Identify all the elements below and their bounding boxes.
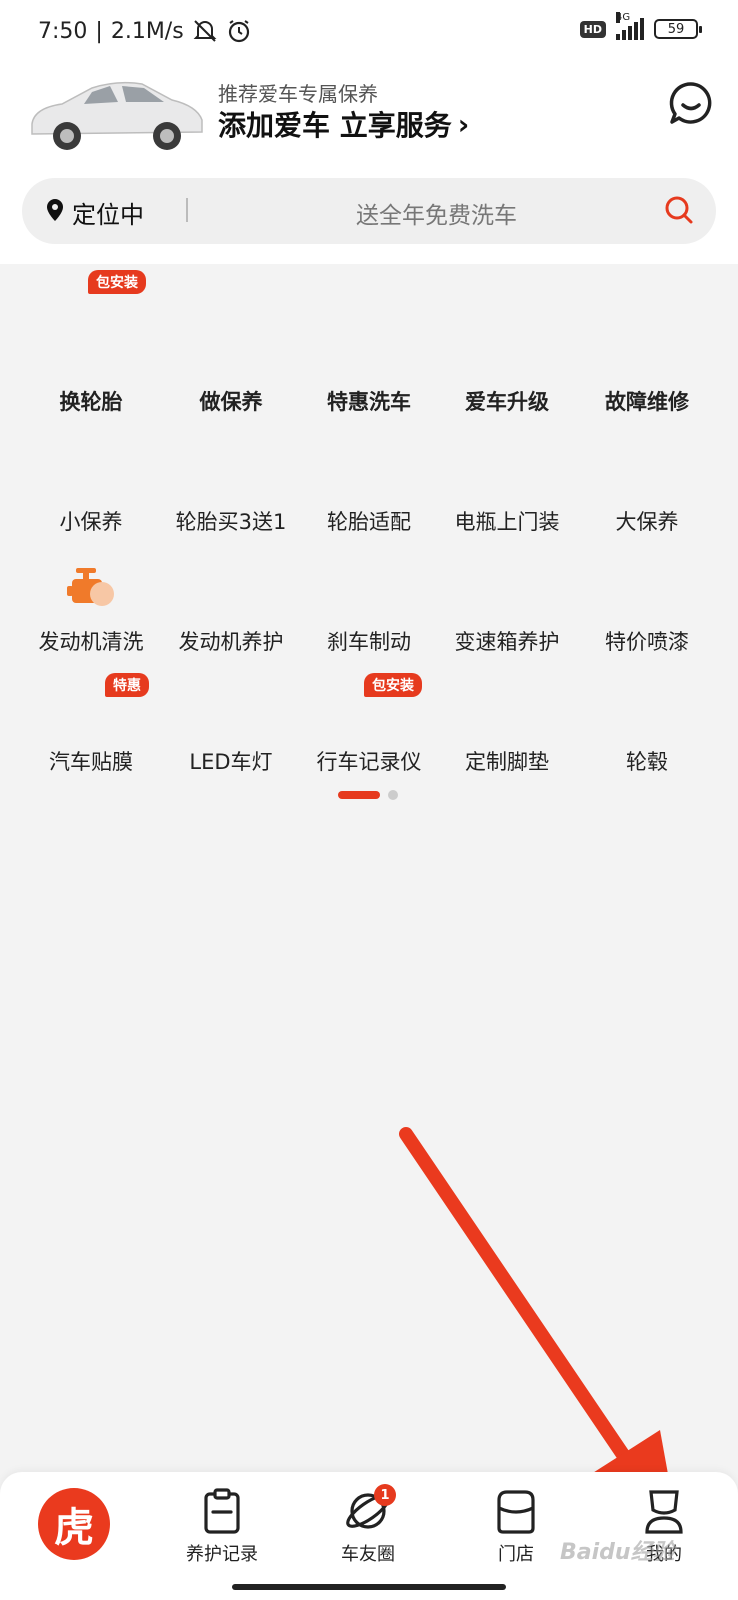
service-label: 爱车升级 <box>465 390 549 414</box>
service-tire-fit[interactable]: 轮胎适配 <box>300 506 438 536</box>
mute-icon <box>193 20 217 42</box>
page-dot-active <box>338 791 380 799</box>
tab-label: 车友圈 <box>341 1544 395 1565</box>
service-label: 汽车贴膜 <box>49 750 133 774</box>
service-engine-wash[interactable]: 发动机清洗 <box>22 626 160 656</box>
search-placeholder[interactable]: 送全年免费洗车 <box>356 196 517 230</box>
tab-label: 门店 <box>498 1544 534 1565</box>
car-image[interactable] <box>22 74 208 156</box>
promo-title: 添加爱车 立享服务 <box>218 109 452 142</box>
service-label: 故障维修 <box>605 390 689 414</box>
service-maintenance[interactable]: 做保养 <box>162 386 300 416</box>
badge-install: 包安装 <box>364 673 422 697</box>
divider <box>186 198 188 222</box>
location-text[interactable]: 定位中 <box>72 195 144 230</box>
service-label: 行车记录仪 <box>316 750 422 774</box>
tab-stores[interactable]: 门店 <box>456 1486 576 1566</box>
status-separator: | <box>95 18 103 44</box>
service-label: 发动机养护 <box>178 630 284 654</box>
service-car-upgrade[interactable]: 爱车升级 <box>438 386 576 416</box>
watermark: Baidu经验 <box>560 1540 675 1565</box>
search-bar[interactable]: 定位中 送全年免费洗车 <box>22 178 716 244</box>
header: 推荐爱车专属保养 添加爱车 立享服务 › 定位中 送全年免费洗车 <box>0 64 738 264</box>
service-label: 大保养 <box>615 510 679 534</box>
service-window-film[interactable]: 汽车贴膜 <box>22 746 160 776</box>
service-paint[interactable]: 特价喷漆 <box>578 626 716 656</box>
store-icon <box>497 1490 535 1534</box>
engine-icon <box>67 568 114 606</box>
alarm-icon <box>228 20 249 43</box>
battery-level: 59 <box>667 21 685 37</box>
status-right: HD 4G 59 <box>579 12 702 40</box>
hd-badge: HD <box>579 20 606 38</box>
service-label: 轮胎买3送1 <box>175 510 287 534</box>
promo-subtitle: 推荐爱车专属保养 <box>218 82 378 106</box>
service-led-lights[interactable]: LED车灯 <box>162 746 300 776</box>
service-label: 轮胎适配 <box>327 510 411 534</box>
add-car-link[interactable]: 添加爱车 立享服务 › <box>218 104 469 144</box>
service-label: 轮毂 <box>626 750 668 774</box>
service-label: 刹车制动 <box>327 630 411 654</box>
clipboard-icon <box>204 1488 240 1534</box>
notification-badge: 1 <box>374 1484 396 1506</box>
home-indicator <box>232 1584 506 1590</box>
service-gearbox[interactable]: 变速箱养护 <box>438 626 576 656</box>
service-wheels[interactable]: 轮毂 <box>578 746 716 776</box>
battery-icon: 59 <box>654 19 702 39</box>
network-speed: 2.1M/s <box>110 18 184 44</box>
status-bar: 7:50 | 2.1M/s HD 4G 59 <box>0 0 738 64</box>
service-car-wash[interactable]: 特惠洗车 <box>300 386 438 416</box>
status-left: 7:50 | 2.1M/s <box>38 18 252 44</box>
search-icon[interactable] <box>664 195 694 225</box>
service-label: 电瓶上门装 <box>454 510 560 534</box>
chat-icon[interactable] <box>668 80 714 126</box>
service-repair[interactable]: 故障维修 <box>578 386 716 416</box>
service-label: 特惠洗车 <box>327 390 411 414</box>
page-indicator <box>338 790 398 800</box>
service-label: 发动机清洗 <box>38 630 144 654</box>
network-type: 4G <box>616 12 631 23</box>
tab-car-community[interactable]: 1 车友圈 <box>308 1484 428 1566</box>
badge-special: 特惠 <box>105 673 149 697</box>
home-logo-button[interactable]: 虎 <box>38 1488 110 1560</box>
tab-label: 养护记录 <box>186 1544 258 1565</box>
service-floor-mats[interactable]: 定制脚垫 <box>438 746 576 776</box>
service-label: 变速箱养护 <box>454 630 560 654</box>
service-engine-care[interactable]: 发动机养护 <box>162 626 300 656</box>
signal-icon: 4G <box>616 12 644 40</box>
service-label: 特价喷漆 <box>605 630 689 654</box>
page-dot <box>388 790 398 800</box>
location-pin-icon <box>47 199 63 221</box>
service-tire-promo[interactable]: 轮胎买3送1 <box>162 506 300 536</box>
badge-install: 包安装 <box>88 270 146 294</box>
user-icon <box>645 1490 683 1534</box>
service-label: LED车灯 <box>189 750 273 774</box>
service-brake[interactable]: 刹车制动 <box>300 626 438 656</box>
service-minor-maintenance[interactable]: 小保养 <box>22 506 160 536</box>
service-label: 换轮胎 <box>59 390 123 414</box>
service-change-tire[interactable]: 换轮胎 <box>22 386 160 416</box>
service-major-maintenance[interactable]: 大保养 <box>578 506 716 536</box>
service-battery[interactable]: 电瓶上门装 <box>438 506 576 536</box>
service-label: 做保养 <box>199 390 263 414</box>
tab-maintenance-records[interactable]: 养护记录 <box>162 1486 282 1566</box>
service-label: 定制脚垫 <box>465 750 549 774</box>
service-dashcam[interactable]: 行车记录仪 <box>300 746 438 776</box>
status-time: 7:50 <box>38 18 88 44</box>
chevron-right-icon: › <box>457 107 470 141</box>
service-label: 小保养 <box>59 510 123 534</box>
